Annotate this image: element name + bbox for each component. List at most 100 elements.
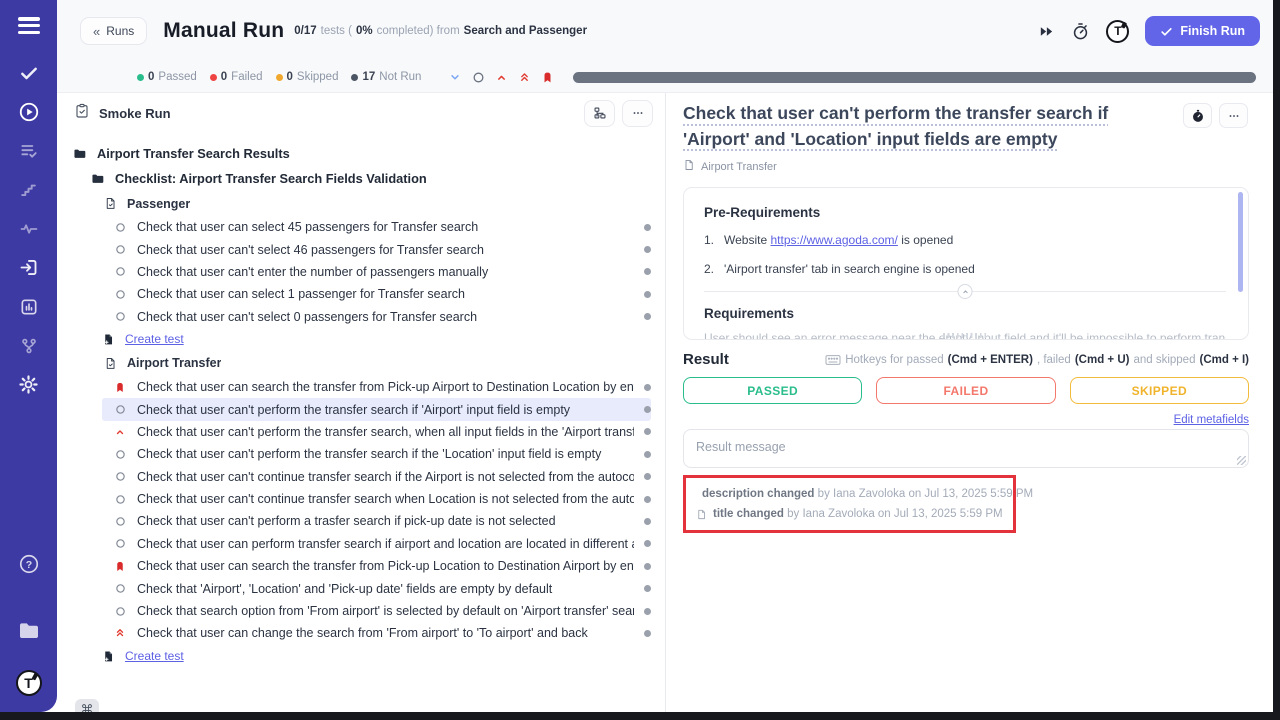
test-row[interactable]: Check that user can't select 46 passenge…	[102, 238, 651, 260]
suite-name: Airport Transfer	[701, 161, 777, 173]
test-row[interactable]: Check that user can select 45 passengers…	[102, 216, 651, 238]
nav-steps-icon[interactable]	[0, 170, 57, 209]
failed-count: 0Failed	[210, 71, 263, 83]
not-run-icon	[112, 404, 128, 415]
test-row[interactable]: Check that user can't select 0 passenger…	[102, 306, 651, 328]
help-icon[interactable]: ?	[0, 544, 57, 583]
status-dot	[644, 608, 651, 615]
test-row[interactable]: Check that user can change the search fr…	[102, 622, 651, 644]
test-row[interactable]: Check that 'Airport', 'Location' and 'Pi…	[102, 577, 651, 599]
hamburger-menu-icon[interactable]	[18, 14, 40, 37]
test-title[interactable]: Check that user can't perform the transf…	[683, 101, 1263, 152]
nav-branch-icon[interactable]	[0, 326, 57, 365]
test-row[interactable]: Check that user can search the transfer …	[102, 376, 651, 398]
tree-view-button[interactable]	[584, 100, 615, 127]
test-row[interactable]: Check that user can't continue transfer …	[102, 466, 651, 488]
not-run-icon	[112, 471, 128, 482]
fast-forward-icon[interactable]	[1038, 23, 1055, 40]
nav-test-cases-icon[interactable]	[0, 131, 57, 170]
scrollbar-thumb[interactable]	[1238, 192, 1243, 292]
not-run-filter-icon[interactable]	[472, 71, 485, 84]
doc-row[interactable]: Passenger	[92, 191, 651, 216]
test-row[interactable]: Check that user can perform transfer sea…	[102, 533, 651, 555]
result-message-input[interactable]	[683, 429, 1249, 468]
user-avatar[interactable]: T	[1106, 20, 1129, 43]
create-test-link[interactable]: Create test	[90, 645, 651, 668]
edit-metafields-link[interactable]: Edit metafields	[1174, 414, 1249, 426]
test-row[interactable]: Check that user can't continue transfer …	[102, 488, 651, 510]
test-row[interactable]: Check that user can select 1 passenger f…	[102, 283, 651, 305]
test-row[interactable]: Check that user can search the transfer …	[102, 555, 651, 577]
passed-count: 0Passed	[137, 71, 197, 83]
document-icon	[102, 357, 118, 370]
tree-item-label: Airport Transfer Search Results	[97, 146, 290, 161]
test-row[interactable]: Check that user can't perform the transf…	[102, 398, 651, 420]
status-dot	[644, 496, 651, 503]
check-icon	[1160, 25, 1173, 38]
test-row[interactable]: Check that user can't perform a trasfer …	[102, 510, 651, 532]
tree-item-label: Check that user can perform transfer sea…	[137, 537, 634, 551]
collapse-section-toggle[interactable]	[958, 284, 973, 299]
high-priority-filter-icon[interactable]	[495, 71, 508, 84]
back-to-runs-button[interactable]: « Runs	[80, 17, 147, 45]
folder-row[interactable]: Airport Transfer Search Results	[62, 141, 651, 166]
status-summary-bar: 0Passed 0Failed 0Skipped 17Not Run	[57, 62, 1280, 92]
finish-run-button[interactable]: Finish Run	[1145, 16, 1260, 46]
prerequirement-item: 2. 'Airport transfer' tab in search engi…	[704, 262, 1226, 276]
detail-timer-button[interactable]	[1183, 103, 1212, 128]
timer-icon[interactable]	[1071, 22, 1090, 41]
nav-settings-gear-icon[interactable]	[0, 365, 57, 404]
create-test-link[interactable]: Create test	[90, 328, 651, 351]
nav-reports-icon[interactable]	[0, 287, 57, 326]
nav-results-check-icon[interactable]	[0, 53, 57, 92]
folder-row[interactable]: Checklist: Airport Transfer Search Field…	[80, 166, 651, 191]
status-dot	[644, 313, 651, 320]
not-run-icon	[112, 266, 128, 277]
history-row: description changed by Iana Zavoloka on …	[696, 484, 1003, 504]
nav-import-icon[interactable]	[0, 248, 57, 287]
tree-item-label: Check that user can't continue transfer …	[137, 492, 634, 506]
description-scroll-area[interactable]: Pre-Requirements 1. Website https://www.…	[683, 187, 1249, 340]
resize-handle[interactable]	[943, 333, 989, 338]
blocker-priority-icon	[112, 381, 128, 394]
status-dot	[644, 540, 651, 547]
history-row: title changed by Iana Zavoloka on Jul 13…	[696, 504, 1003, 524]
status-dot	[644, 291, 651, 298]
test-row[interactable]: Check that user can't enter the number o…	[102, 261, 651, 283]
doc-row[interactable]: Airport Transfer	[92, 351, 651, 376]
projects-folder-icon[interactable]	[0, 611, 57, 650]
test-detail-panel: Check that user can't perform the transf…	[666, 93, 1280, 720]
critical-priority-icon	[112, 627, 128, 639]
status-dot	[644, 384, 651, 391]
not-run-icon	[112, 449, 128, 460]
run-progress-bar	[573, 72, 1256, 83]
double-chevron-left-icon: «	[93, 24, 100, 39]
skipped-count: 0Skipped	[276, 71, 339, 83]
status-dot	[644, 518, 651, 525]
chevron-down-filter-icon[interactable]	[448, 70, 462, 84]
blocker-filter-icon[interactable]	[541, 71, 554, 84]
not-run-icon	[112, 494, 128, 505]
test-row[interactable]: Check that user can't perform the transf…	[102, 443, 651, 465]
skipped-button[interactable]: SKIPPED	[1070, 377, 1249, 404]
run-source: Search and Passenger	[464, 25, 587, 37]
nav-test-runs-icon[interactable]	[0, 92, 57, 131]
percent-completed: 0%	[356, 25, 373, 37]
run-clipboard-icon	[74, 103, 90, 124]
nav-activity-icon[interactable]	[0, 209, 57, 248]
test-row[interactable]: Check that search option from 'From airp…	[102, 600, 651, 622]
passed-button[interactable]: PASSED	[683, 377, 862, 404]
result-heading: Result	[683, 351, 729, 368]
agoda-link[interactable]: https://www.agoda.com/	[770, 233, 897, 247]
tree-item-label: Check that search option from 'From airp…	[137, 604, 634, 618]
not-run-icon	[112, 311, 128, 322]
document-icon	[683, 159, 695, 174]
critical-priority-filter-icon[interactable]	[518, 71, 531, 84]
tree-item-label: Check that user can search the transfer …	[137, 559, 634, 573]
back-button-label: Runs	[106, 24, 134, 38]
detail-more-button[interactable]	[1219, 103, 1248, 128]
workspace-avatar[interactable]: T	[16, 670, 42, 696]
failed-button[interactable]: FAILED	[876, 377, 1055, 404]
tree-more-button[interactable]	[622, 100, 653, 127]
test-row[interactable]: Check that user can't perform the transf…	[102, 421, 651, 443]
